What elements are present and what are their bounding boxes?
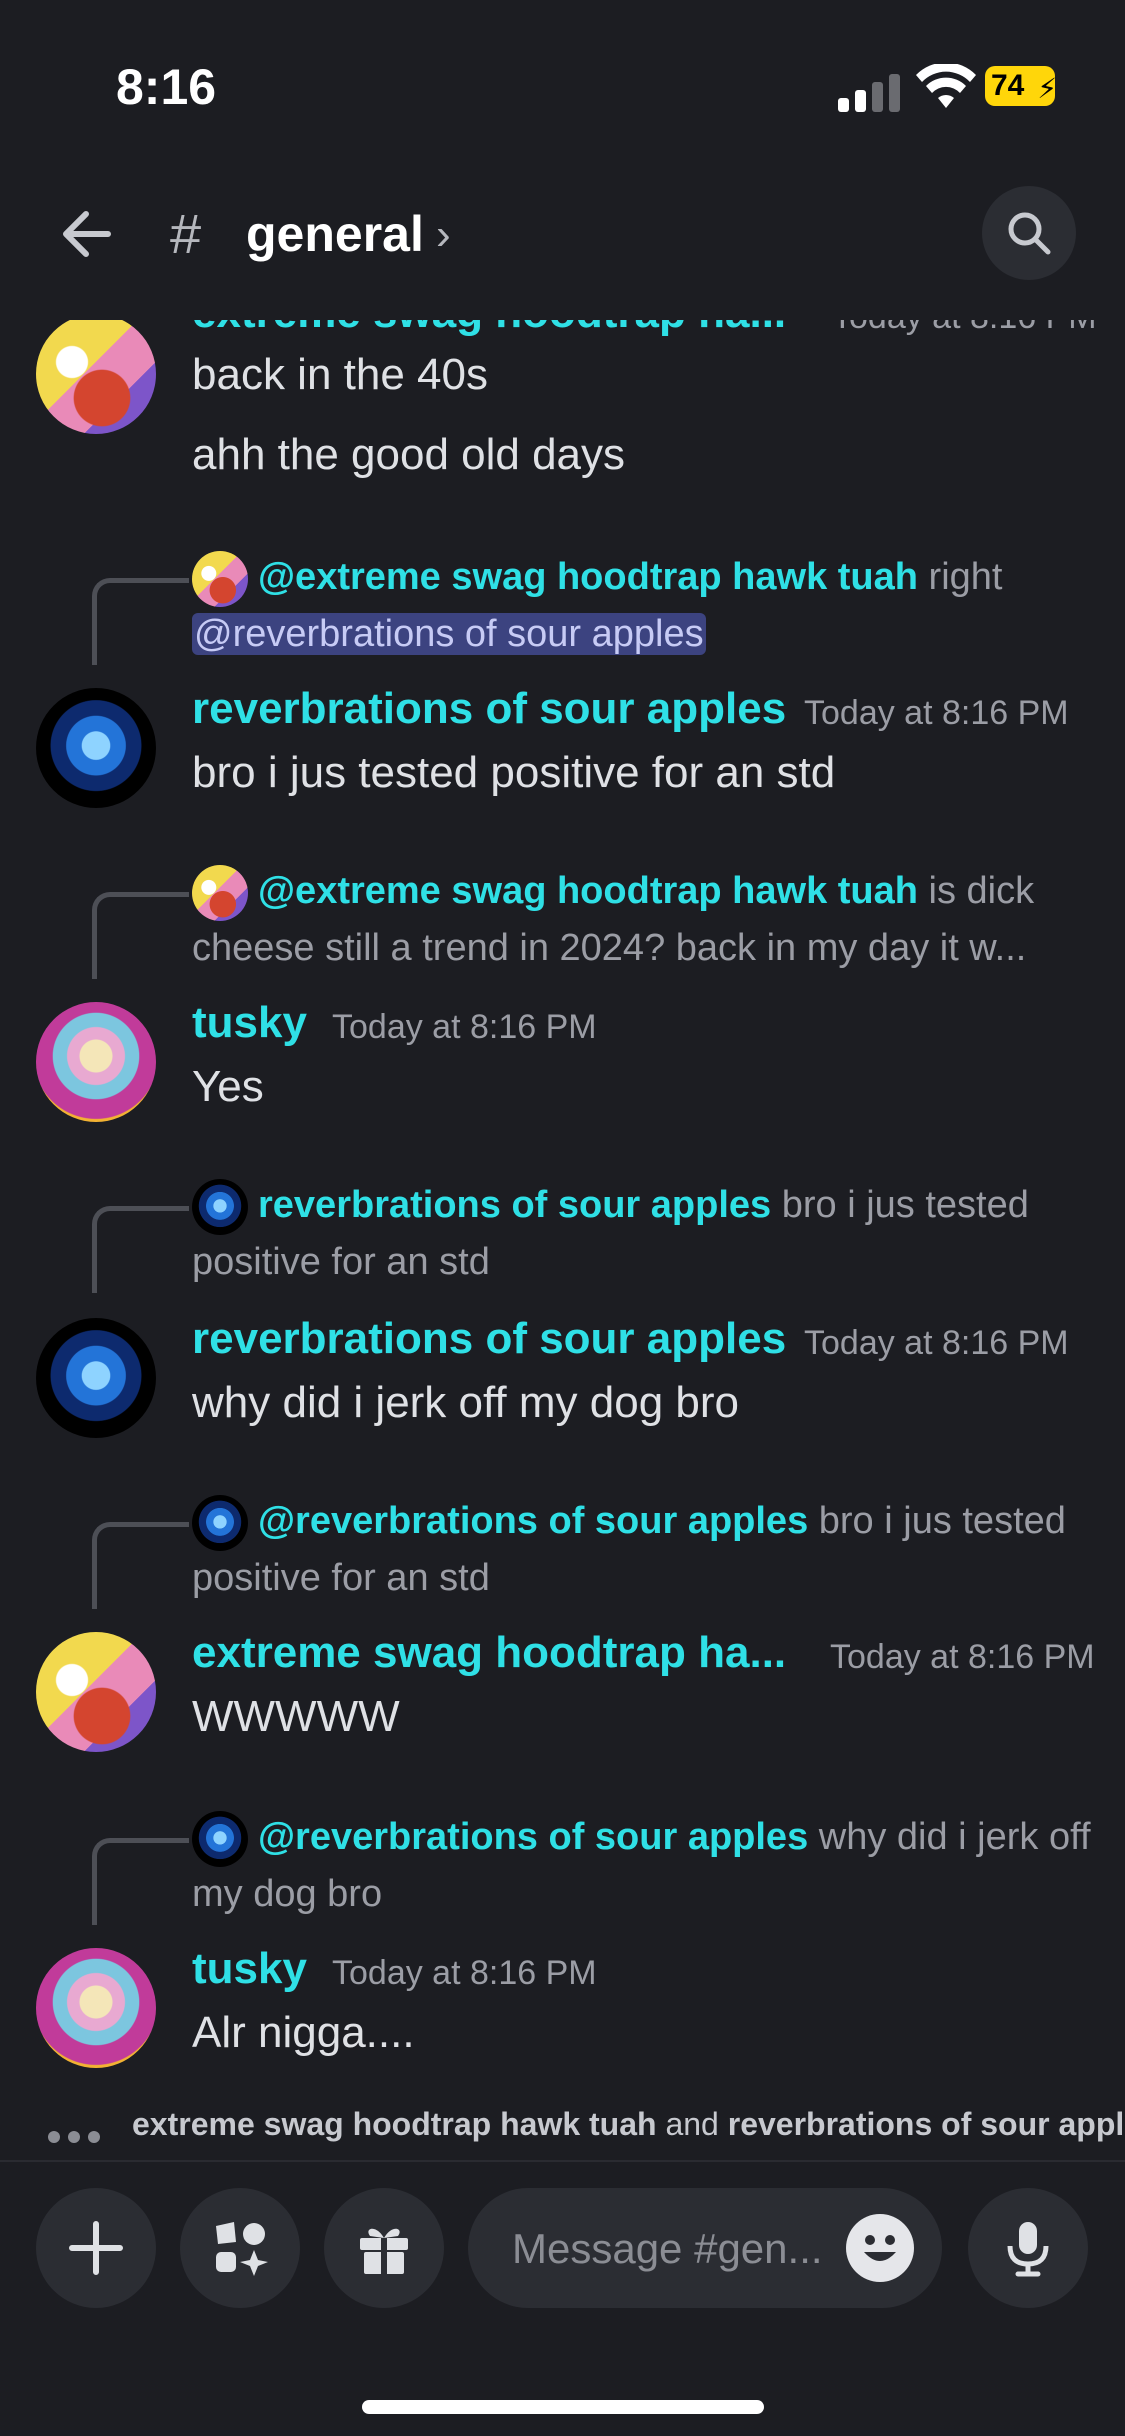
apps-button[interactable]	[180, 2188, 300, 2308]
reply-connector	[92, 892, 189, 979]
reply-snippet: right	[928, 556, 1003, 598]
message-author[interactable]: reverbrations of sour apples	[192, 684, 786, 734]
arrow-left-icon[interactable]	[52, 204, 112, 264]
message-text: back in the 40s	[192, 350, 488, 399]
reply-preview[interactable]: @reverbrations of sour apples why did i …	[192, 1810, 1105, 1921]
typing-indicator: extreme swag hoodtrap hawk tuah and reve…	[0, 2100, 1125, 2154]
status-time: 8:16	[116, 59, 217, 115]
reply-author[interactable]: @extreme swag hoodtrap hawk tuah	[258, 556, 918, 598]
channel-title[interactable]: general	[246, 205, 424, 263]
typing-user: reverbrations of sour apples	[727, 2106, 1125, 2142]
reply-author[interactable]: reverbrations of sour apples	[258, 1184, 771, 1226]
message-timestamp: Today at 8:16 PM	[332, 1008, 597, 1046]
message-timestamp: Today at 8:16 PM	[804, 1324, 1069, 1362]
avatar[interactable]	[36, 1948, 156, 2068]
message-input[interactable]	[510, 2220, 834, 2278]
reply-author[interactable]: @reverbrations of sour apples	[258, 1816, 808, 1858]
reply-preview[interactable]: @reverbrations of sour apples bro i jus …	[192, 1494, 1105, 1605]
search-button[interactable]	[982, 186, 1076, 280]
message-timestamp: Today at 8:16 PM	[830, 1638, 1095, 1676]
divider	[0, 2160, 1125, 2162]
avatar[interactable]	[36, 320, 156, 434]
cellular-signal-icon	[838, 66, 902, 112]
message-author[interactable]: tusky	[192, 998, 307, 1048]
gift-button[interactable]	[324, 2188, 444, 2308]
reply-author[interactable]: @extreme swag hoodtrap hawk tuah	[258, 870, 918, 912]
reply-connector	[92, 1206, 189, 1293]
status-bar: 8:16 74 ⚡	[0, 0, 1125, 150]
reply-avatar	[192, 1494, 248, 1551]
message-text: WWWWW	[192, 1692, 400, 1741]
message-text: why did i jerk off my dog bro	[192, 1378, 739, 1427]
message-text: Yes	[192, 1062, 264, 1111]
typing-dots-icon	[48, 2114, 108, 2151]
message-author[interactable]: extreme swag hoodtrap ha...	[192, 1628, 786, 1678]
reply-connector	[92, 578, 189, 665]
avatar[interactable]	[36, 1318, 156, 1438]
message-text: Alr nigga....	[192, 2008, 415, 2057]
avatar[interactable]	[36, 688, 156, 808]
reply-avatar	[192, 1810, 248, 1867]
typing-connector: and	[665, 2106, 719, 2142]
battery-icon: 74 ⚡	[985, 66, 1057, 106]
avatar[interactable]	[36, 1002, 156, 1122]
emoji-icon[interactable]	[846, 2214, 914, 2282]
home-indicator[interactable]	[362, 2400, 764, 2414]
search-icon	[1008, 212, 1051, 255]
reply-avatar	[192, 1178, 248, 1235]
avatar[interactable]	[36, 1632, 156, 1752]
channel-hash-icon: #	[170, 202, 202, 265]
chevron-right-icon[interactable]: ›	[436, 210, 451, 260]
message-text: ahh the good old days	[192, 430, 626, 479]
reply-avatar	[192, 550, 248, 607]
microphone-icon	[1007, 2222, 1049, 2277]
message-author[interactable]: tusky	[192, 1944, 307, 1994]
plus-icon	[69, 2221, 123, 2275]
add-attachment-button[interactable]	[36, 2188, 156, 2308]
reply-preview[interactable]: @extreme swag hoodtrap hawk tuah is dick…	[192, 864, 1105, 975]
mention-highlight[interactable]: @reverbrations of sour apples	[192, 612, 706, 655]
message-composer[interactable]	[468, 2188, 942, 2308]
message-author[interactable]: reverbrations of sour apples	[192, 1314, 786, 1364]
reply-avatar	[192, 864, 248, 921]
reply-preview[interactable]: @extreme swag hoodtrap hawk tuah right @…	[192, 550, 1105, 661]
message-timestamp: Today at 8:16 PM	[804, 694, 1069, 732]
reply-connector	[92, 1522, 189, 1609]
voice-message-button[interactable]	[968, 2188, 1088, 2308]
gift-icon	[360, 2228, 408, 2274]
message-timestamp: Today at 8:16 PM	[832, 320, 1097, 337]
typing-user: extreme swag hoodtrap hawk tuah	[132, 2106, 657, 2142]
message-text: bro i jus tested positive for an std	[192, 748, 836, 797]
reply-connector	[92, 1838, 189, 1925]
message-timestamp: Today at 8:16 PM	[332, 1954, 597, 1992]
message-list[interactable]: extreme swag hoodtrap ha... Today at 8:1…	[0, 320, 1125, 2110]
battery-level: 74	[991, 69, 1025, 102]
wifi-icon	[916, 64, 976, 108]
reply-author[interactable]: @reverbrations of sour apples	[258, 1500, 808, 1542]
apps-icon	[216, 2222, 268, 2276]
reply-preview[interactable]: reverbrations of sour apples bro i jus t…	[192, 1178, 1105, 1289]
message-author[interactable]: extreme swag hoodtrap ha...	[192, 320, 786, 338]
